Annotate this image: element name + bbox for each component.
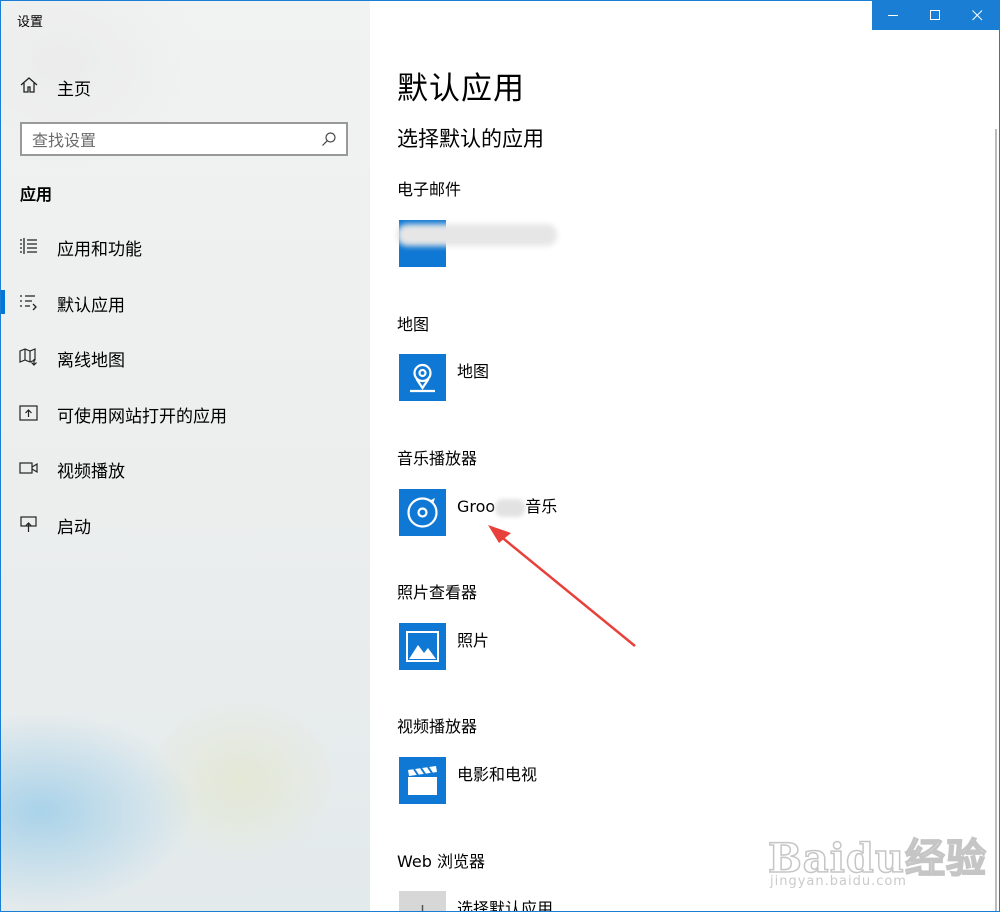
sidebar-item-offline-maps[interactable]: 离线地图	[1, 337, 370, 377]
photos-app-icon	[399, 623, 446, 670]
section-title-apps: 应用	[20, 185, 53, 204]
photos-app-button[interactable]: 照片	[399, 623, 719, 671]
category-label-video-player: 视频播放器	[397, 717, 478, 736]
category-label-web-browser: Web 浏览器	[397, 852, 485, 871]
window-title: 设置	[17, 15, 44, 30]
video-app-button[interactable]: 电影和电视	[399, 757, 719, 805]
email-app-button[interactable]	[397, 220, 719, 268]
choose-browser-button[interactable]: 选择默认应用	[399, 891, 719, 912]
scrollbar[interactable]	[995, 129, 997, 911]
sidebar: 设置 主页 应用 应用和功能 默认应用	[1, 1, 370, 911]
close-icon	[972, 10, 983, 21]
sidebar-item-apps-for-websites[interactable]: 可使用网站打开的应用	[1, 393, 370, 433]
search-icon[interactable]	[321, 131, 337, 147]
search-box[interactable]	[20, 122, 348, 156]
settings-window: 设置 主页 应用 应用和功能 默认应用	[0, 0, 1000, 912]
maximize-button[interactable]	[914, 1, 956, 30]
browser-app-name: 选择默认应用	[457, 899, 554, 912]
music-app-name-prefix: Groo	[457, 497, 496, 516]
video-camera-icon	[19, 459, 39, 477]
redacted-blur	[495, 498, 526, 517]
maximize-icon	[930, 10, 940, 20]
music-app-button[interactable]: Groo 音乐	[399, 489, 719, 537]
list-icon	[19, 237, 39, 255]
category-label-photo-viewer: 照片查看器	[397, 583, 478, 602]
page-title: 默认应用	[397, 71, 525, 107]
groove-music-icon	[399, 489, 446, 536]
category-label-email: 电子邮件	[397, 180, 462, 199]
video-app-name: 电影和电视	[457, 765, 538, 784]
sidebar-item-label: 可使用网站打开的应用	[57, 407, 227, 427]
sidebar-item-default-apps[interactable]: 默认应用	[1, 282, 370, 322]
sidebar-item-apps-features[interactable]: 应用和功能	[1, 226, 370, 266]
minimize-icon	[888, 15, 898, 16]
startup-icon	[19, 515, 39, 533]
offline-map-icon	[19, 348, 39, 366]
sidebar-item-label: 离线地图	[57, 351, 125, 371]
sidebar-item-label: 视频播放	[57, 462, 125, 482]
home-nav-item[interactable]: 主页	[1, 67, 370, 103]
sidebar-item-label: 启动	[57, 518, 91, 538]
sidebar-item-startup[interactable]: 启动	[1, 504, 370, 544]
sidebar-item-label: 默认应用	[57, 296, 125, 316]
music-app-name-suffix: 音乐	[525, 497, 558, 516]
home-icon	[19, 76, 39, 94]
redacted-blur	[397, 224, 557, 246]
selected-indicator	[1, 290, 5, 314]
section-subtitle: 选择默认的应用	[397, 127, 544, 151]
movies-tv-icon	[399, 757, 446, 804]
category-label-music-player: 音乐播放器	[397, 449, 478, 468]
maps-app-button[interactable]: 地图	[399, 354, 719, 402]
close-button[interactable]	[956, 1, 999, 30]
music-app-name: Groo 音乐	[457, 493, 557, 517]
home-label: 主页	[57, 80, 91, 100]
maps-app-icon	[399, 354, 446, 401]
maps-app-name: 地图	[457, 362, 490, 381]
photos-app-name: 照片	[457, 631, 490, 650]
search-input[interactable]	[32, 129, 302, 151]
sidebar-item-video-playback[interactable]: 视频播放	[1, 448, 370, 488]
minimize-button[interactable]	[872, 1, 914, 30]
sidebar-item-label: 应用和功能	[57, 240, 142, 260]
default-apps-icon	[19, 293, 39, 311]
plus-icon	[399, 891, 446, 911]
main-content: 默认应用 选择默认的应用 电子邮件 地图 地图 音乐播放器 Groo 音乐 照片…	[370, 1, 999, 911]
open-with-website-icon	[19, 404, 39, 422]
category-label-maps: 地图	[397, 315, 430, 334]
